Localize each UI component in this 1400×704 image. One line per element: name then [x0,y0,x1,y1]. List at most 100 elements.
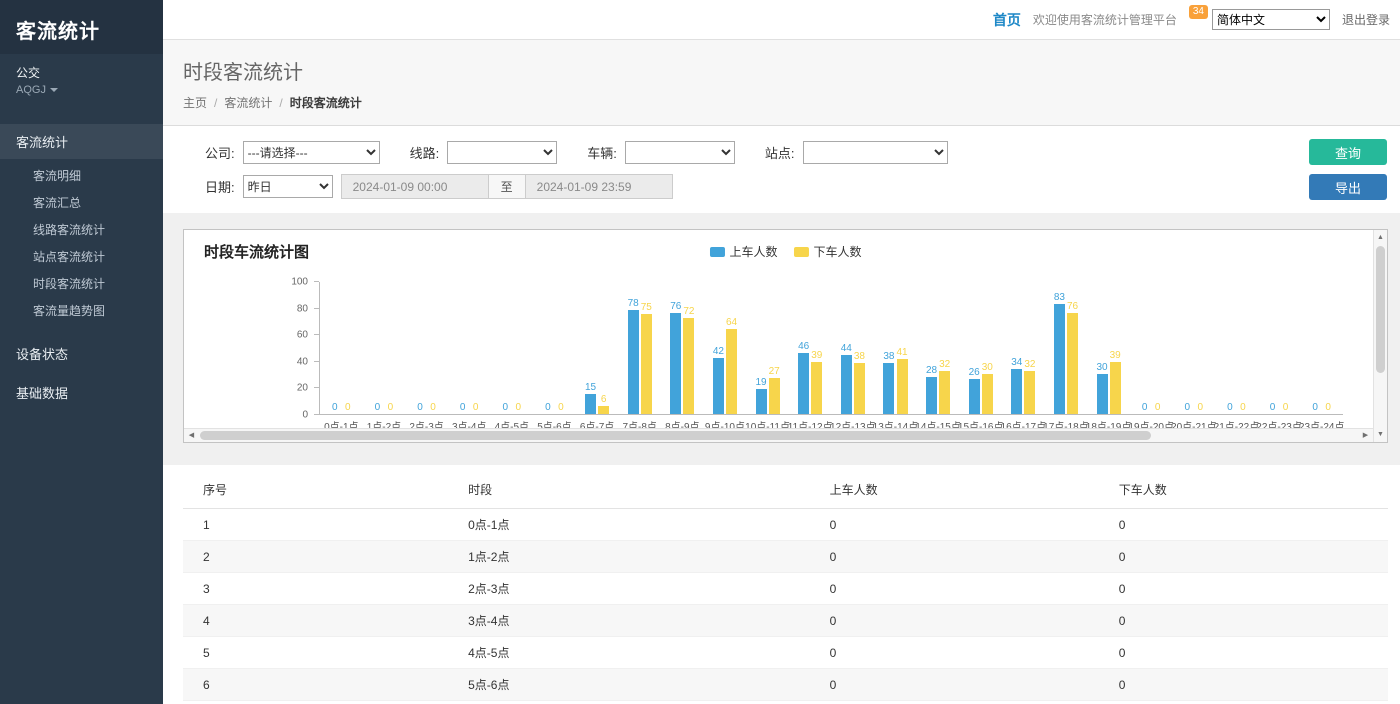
legend-label: 下车人数 [814,243,862,260]
y-axis-tick: 100 [291,277,308,288]
scroll-right-icon[interactable]: ▶ [1359,429,1372,442]
bar-value-label: 0 [1240,402,1246,413]
bar-group: 283214点-15点 [917,282,960,414]
vertical-scrollbar[interactable]: ▲ ▼ [1373,230,1387,442]
sidebar-item[interactable]: 站点客流统计 [0,243,163,270]
sidebar-item[interactable]: 客流明细 [0,162,163,189]
bar-column: 0 [385,402,396,414]
sidebar-item[interactable]: 客流量趋势图 [0,297,163,324]
table-cell: 0 [810,637,1099,669]
sidebar-section[interactable]: 客流统计 [0,124,163,159]
legend-item[interactable]: 上车人数 [709,243,777,260]
table-cell: 3 [183,573,448,605]
bar-group: 0019点-20点 [1130,282,1173,414]
legend-item[interactable]: 下车人数 [794,243,862,260]
bar-column: 0 [372,402,383,414]
date-from-input[interactable] [342,175,488,198]
export-button[interactable]: 导出 [1309,174,1387,200]
bar-pair: 00 [500,402,524,414]
table-cell: 4点-5点 [448,637,810,669]
line-select[interactable] [447,141,557,164]
language-select[interactable]: 简体中文 [1212,9,1330,30]
bar-value-label: 38 [854,351,865,362]
table-row[interactable]: 65点-6点00 [183,669,1388,701]
station-filter: 站点: [765,141,948,164]
breadcrumb-item: 时段客流统计 [290,96,362,110]
bar-column: 30 [982,362,993,414]
bar-group: 78757点-8点 [618,282,661,414]
table-cell: 0 [1099,637,1388,669]
bar-value-label: 0 [1312,402,1318,413]
breadcrumb-item[interactable]: 主页 [183,96,207,110]
sidebar-section[interactable]: 基础数据 [0,375,163,410]
sidebar-item[interactable]: 客流汇总 [0,189,163,216]
bar-pair: 1927 [755,366,779,414]
table-cell: 6点-7点 [448,701,810,704]
bar-value-label: 0 [1283,402,1289,413]
bar-column: 0 [1323,402,1334,414]
sidebar-item[interactable]: 时段客流统计 [0,270,163,297]
date-to-input[interactable] [526,175,672,198]
vehicle-select[interactable] [625,141,735,164]
table-row[interactable]: 54点-5点00 [183,637,1388,669]
org-code-label: AQGJ [16,84,46,96]
y-axis-tick: 60 [297,330,308,341]
bar-value-label: 0 [1198,402,1204,413]
home-link[interactable]: 首页 [993,10,1021,30]
breadcrumb-item[interactable]: 客流统计 [224,96,272,110]
table-row[interactable]: 43点-4点00 [183,605,1388,637]
scroll-down-icon[interactable]: ▼ [1374,428,1387,441]
bar-group: 384113点-14点 [874,282,917,414]
date-to-label: 至 [488,175,526,198]
logout-link[interactable]: 退出登录 [1342,11,1390,28]
bar-pair: 3039 [1096,350,1120,414]
date-preset-select[interactable]: 昨日 [243,175,333,198]
table-row[interactable]: 21点-2点00 [183,541,1388,573]
bar [1054,304,1065,414]
caret-down-icon [50,88,58,92]
table-row[interactable]: 76点-7点156 [183,701,1388,704]
bar-column: 38 [854,351,865,414]
company-select[interactable]: ---请选择--- [243,141,380,164]
bar-column: 42 [713,346,724,414]
plot-area: 000点-1点001点-2点002点-3点003点-4点004点-5点005点-… [319,282,1343,415]
horizontal-scrollbar[interactable]: ◀ ▶ [184,428,1373,442]
scroll-up-icon[interactable]: ▲ [1374,231,1387,244]
bar-pair: 00 [1224,402,1248,414]
bar-value-label: 15 [585,382,596,393]
bar-value-label: 46 [798,341,809,352]
breadcrumb: 主页/客流统计/时段客流统计 [183,94,1380,111]
bar-value-label: 27 [769,366,780,377]
bar-column: 15 [585,382,596,414]
bar [769,378,780,414]
bar-column: 75 [641,302,652,414]
table-header-cell: 下车人数 [1099,471,1388,509]
y-axis-tick-mark [314,308,319,309]
table-cell: 6 [183,669,448,701]
org-block: 公交 AQGJ [0,54,163,110]
notification-badge[interactable]: 34 [1189,5,1208,19]
query-button[interactable]: 查询 [1309,139,1387,165]
vertical-scroll-thumb[interactable] [1376,246,1385,373]
table-cell: 0 [810,541,1099,573]
topbar: 首页 欢迎使用客流统计管理平台 34 简体中文 退出登录 [163,0,1400,40]
table-row[interactable]: 10点-1点00 [183,509,1388,541]
table-row[interactable]: 32点-3点00 [183,573,1388,605]
station-select[interactable] [803,141,948,164]
org-selector[interactable]: AQGJ [16,84,147,96]
bar-group: 192710点-11点 [746,282,789,414]
bar-column: 46 [798,341,809,414]
bar-value-label: 0 [430,402,436,413]
bar-value-label: 0 [558,402,564,413]
table-header-cell: 上车人数 [810,471,1099,509]
bar-value-label: 0 [1185,402,1191,413]
table-cell: 0 [810,669,1099,701]
sidebar-section[interactable]: 设备状态 [0,336,163,371]
bar-value-label: 0 [1325,402,1331,413]
bar-group: 0023点-24点 [1300,282,1343,414]
date-range-group: 至 [341,174,673,199]
scroll-left-icon[interactable]: ◀ [185,429,198,442]
horizontal-scroll-thumb[interactable] [200,431,1151,440]
bar [1097,374,1108,414]
sidebar-item[interactable]: 线路客流统计 [0,216,163,243]
